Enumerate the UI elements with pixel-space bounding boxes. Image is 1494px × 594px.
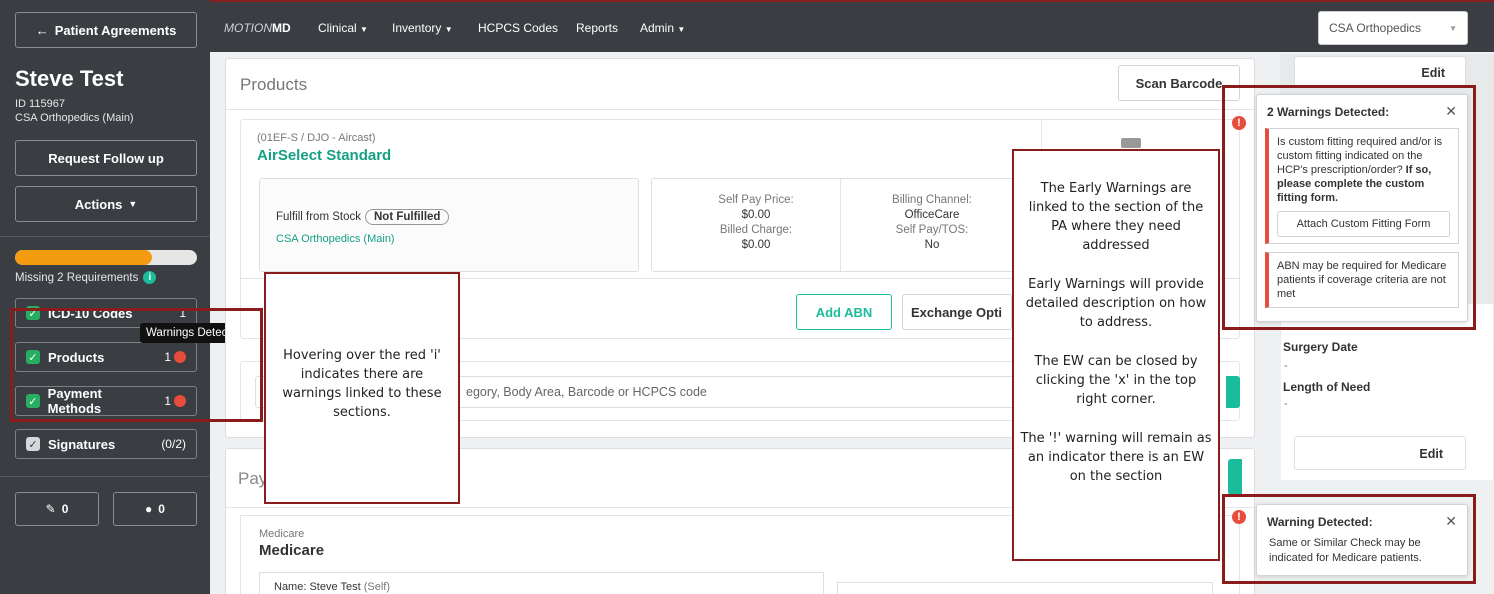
callout-paragraph: Early Warnings will provide detailed des… <box>1025 277 1207 330</box>
warning-popover-title: Warning Detected: <box>1267 514 1373 529</box>
progress-fill <box>15 250 152 265</box>
search-placeholder: egory, Body Area, Barcode or HCPCS code <box>466 385 707 399</box>
billed-charge-value: $0.00 <box>741 239 771 251</box>
payment-methods-title: Pay <box>238 469 268 488</box>
payer-type: Medicare <box>259 528 305 540</box>
paperclip-icon: ✎ <box>45 502 56 516</box>
self-pay-price-label: Self Pay Price: <box>718 194 794 206</box>
search-button[interactable] <box>1226 376 1240 408</box>
info-icon[interactable]: i <box>143 271 157 284</box>
products-title: Products <box>240 75 308 94</box>
attachments-button[interactable]: ✎ 0 <box>15 492 99 526</box>
length-of-need-label: Length of Need <box>1283 380 1371 394</box>
billing-channel-value: OfficeCare <box>904 209 960 221</box>
product-image <box>1121 138 1141 148</box>
add-payment-button[interactable] <box>1228 459 1242 495</box>
edit-bottom-button[interactable]: Edit <box>1294 436 1466 470</box>
checkbox-checked-icon: ✓ <box>26 437 40 451</box>
callout-paragraph: The Early Warnings are linked to the sec… <box>1028 181 1204 253</box>
sidebar-divider <box>0 236 210 237</box>
subscriber-name: Steve Test <box>309 581 361 593</box>
product-name[interactable]: AirSelect Standard <box>257 147 391 164</box>
actions-dropdown-button[interactable]: Actions ▼ <box>15 186 197 222</box>
comment-icon: ● <box>145 502 153 516</box>
subscriber-box: Name: Steve Test (Self) <box>259 572 824 594</box>
nav-reports[interactable]: Reports <box>576 21 618 35</box>
brand-logo[interactable]: MOTIONMD <box>224 21 291 35</box>
caret-down-icon: ▼ <box>444 25 453 34</box>
top-navigation: MOTIONMD Clinical ▼ Inventory ▼ HCPCS Co… <box>210 0 1494 52</box>
nav-clinical[interactable]: Clinical ▼ <box>318 21 368 35</box>
warning-item: Is custom fitting required and/or is cus… <box>1265 128 1459 244</box>
caret-down-icon: ▼ <box>1449 23 1457 33</box>
fulfill-location[interactable]: CSA Orthopedics (Main) <box>276 233 395 245</box>
panel-divider <box>226 109 1254 110</box>
warning-exclamation-icon[interactable]: ! <box>1232 116 1246 130</box>
warning-exclamation-icon[interactable]: ! <box>1232 510 1246 524</box>
surgery-date-value: - <box>1284 360 1288 372</box>
arrow-left-icon: ← <box>35 22 49 38</box>
callout-paragraph: The EW can be closed by clicking the 'x'… <box>1034 354 1198 407</box>
sections-highlight-frame <box>10 308 263 422</box>
subscriber-name-label: Name: <box>274 581 307 593</box>
pricing-box: Self Pay Price: $0.00 Billed Charge: $0.… <box>651 178 1039 272</box>
fulfill-label: Fulfill from Stock <box>276 211 361 223</box>
section-count: (0/2) <box>161 437 186 451</box>
warning-item: Same or Similar Check may be indicated f… <box>1269 537 1422 564</box>
payer-detail-box <box>837 582 1213 594</box>
sidebar: ← Patient Agreements Steve Test ID 11596… <box>0 0 250 594</box>
caret-down-icon: ▼ <box>360 25 368 34</box>
patient-name: Steve Test <box>15 66 124 91</box>
billing-channel-label: Billing Channel: <box>892 194 972 206</box>
pricing-divider <box>840 179 841 271</box>
patient-location: CSA Orthopedics (Main) <box>15 112 134 124</box>
attach-custom-fitting-form-button[interactable]: Attach Custom Fitting Form <box>1277 211 1450 237</box>
caret-down-icon: ▼ <box>677 25 686 34</box>
warnings-popover-title: 2 Warnings Detected: <box>1267 104 1390 119</box>
missing-requirements: Missing 2 Requirements i <box>15 271 157 284</box>
fulfillment-box: Fulfill from Stock Not Fulfilled CSA Orth… <box>259 178 639 272</box>
practice-select[interactable]: CSA Orthopedics ▼ <box>1318 11 1468 45</box>
comments-button[interactable]: ● 0 <box>113 492 197 526</box>
nav-hcpcs-codes[interactable]: HCPCS Codes <box>478 21 558 35</box>
sidebar-divider <box>0 476 210 477</box>
requirements-progress-bar <box>15 250 197 265</box>
add-abn-button[interactable]: Add ABN <box>796 294 892 330</box>
payer-name: Medicare <box>259 542 325 559</box>
back-to-patient-agreements-button[interactable]: ← Patient Agreements <box>15 12 197 48</box>
self-pay-price-value: $0.00 <box>741 209 771 221</box>
nav-admin[interactable]: Admin ▼ <box>640 21 685 35</box>
hover-explanation-callout: Hovering over the red 'i' indicates ther… <box>264 272 460 504</box>
sidebar-item-signatures[interactable]: ✓ Signatures (0/2) <box>15 429 197 459</box>
billed-charge-label: Billed Charge: <box>719 224 793 236</box>
close-icon[interactable]: ✕ <box>1445 513 1457 530</box>
edit-top-button[interactable]: Edit <box>1294 56 1466 88</box>
callout-paragraph: The '!' warning will remain as an indica… <box>1020 431 1212 484</box>
exchange-options-button[interactable]: Exchange Opti <box>902 294 1012 330</box>
warning-popover: Warning Detected: ✕ Same or Similar Chec… <box>1256 504 1468 576</box>
caret-down-icon: ▼ <box>128 199 138 209</box>
fulfill-status-badge[interactable]: Not Fulfilled <box>365 209 450 225</box>
request-follow-up-button[interactable]: Request Follow up <box>15 140 197 176</box>
warning-item: ABN may be required for Medicare patient… <box>1265 252 1459 308</box>
self-pay-tos-value: No <box>924 239 940 251</box>
warnings-popover: 2 Warnings Detected: ✕ Is custom fitting… <box>1256 94 1468 322</box>
patient-id: ID 115967 <box>15 98 65 110</box>
length-of-need-value: - <box>1284 398 1288 410</box>
product-code: (01EF-S / DJO - Aircast) <box>257 132 376 144</box>
early-warnings-callout: The Early Warnings are linked to the sec… <box>1012 149 1220 561</box>
self-pay-tos-label: Self Pay/TOS: <box>895 224 969 236</box>
surgery-date-label: Surgery Date <box>1283 340 1358 354</box>
close-icon[interactable]: ✕ <box>1445 103 1457 120</box>
subscriber-relationship: (Self) <box>363 581 390 593</box>
nav-inventory[interactable]: Inventory ▼ <box>392 21 453 35</box>
